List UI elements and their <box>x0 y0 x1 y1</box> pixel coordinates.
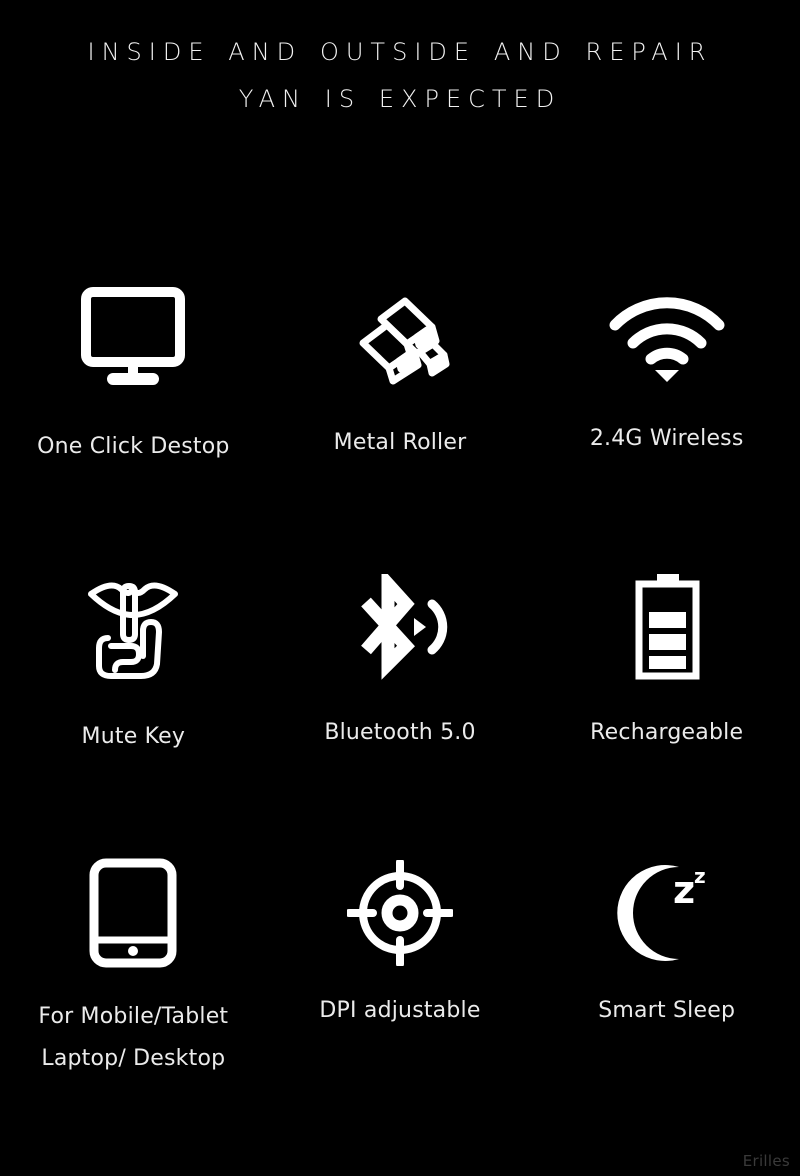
feature-cell-bluetooth: Bluetooth 5.0 <box>267 568 534 854</box>
feature-cell-smart-sleep: z z Smart Sleep <box>533 854 800 1140</box>
page-title-line-2: Yan is expected <box>238 76 562 116</box>
feature-label: DPI adjustable <box>319 998 481 1023</box>
feature-row: One Click Destop Metal Roller 2.4G Wirel… <box>0 282 800 568</box>
battery-icon <box>629 568 705 686</box>
shh-mute-gesture-icon <box>83 568 183 686</box>
svg-text:z: z <box>694 864 706 888</box>
feature-cell-rechargeable: Rechargeable <box>533 568 800 854</box>
feature-cell-mute-key: Mute Key <box>0 568 267 854</box>
watermark: Erilles <box>742 1152 790 1170</box>
page-title: Inside and outside and repair Yan is exp… <box>0 26 800 120</box>
moon-zzz-icon: z z <box>615 854 719 972</box>
product-feature-poster: Inside and outside and repair Yan is exp… <box>0 0 800 1176</box>
wifi-icon <box>609 282 725 400</box>
feature-label: Mute Key <box>81 724 186 749</box>
feature-row: Mute Key Bluetooth 5.0 Rechargeable <box>0 568 800 854</box>
feature-label-line-1: For Mobile/Tablet <box>38 1004 229 1029</box>
monitor-icon <box>81 278 186 396</box>
feature-cell-wireless: 2.4G Wireless <box>533 282 800 568</box>
feature-label: One Click Destop <box>37 434 230 459</box>
feature-label: Bluetooth 5.0 <box>324 720 476 745</box>
feature-label: Rechargeable <box>590 720 744 745</box>
feature-cell-dpi: DPI adjustable <box>267 854 534 1140</box>
gold-bars-icon <box>348 282 452 400</box>
bluetooth-icon <box>348 568 452 686</box>
feature-label-line-2: Laptop/ Desktop <box>41 1046 226 1071</box>
feature-grid: One Click Destop Metal Roller 2.4G Wirel… <box>0 282 800 1140</box>
tablet-icon <box>89 854 177 972</box>
feature-row: For Mobile/Tablet Laptop/ Desktop DPI adj… <box>0 854 800 1140</box>
feature-label: Metal Roller <box>333 430 467 455</box>
feature-cell-one-click-desktop: One Click Destop <box>0 282 267 568</box>
page-title-line-1: Inside and outside and repair <box>87 29 713 69</box>
feature-label: 2.4G Wireless <box>589 426 744 451</box>
crosshair-target-icon <box>347 854 453 972</box>
svg-text:z: z <box>673 868 695 912</box>
feature-label: For Mobile/Tablet Laptop/ Desktop <box>38 996 228 1080</box>
feature-label: Smart Sleep <box>598 998 736 1023</box>
feature-cell-metal-roller: Metal Roller <box>267 282 534 568</box>
feature-cell-device-compat: For Mobile/Tablet Laptop/ Desktop <box>0 854 267 1140</box>
